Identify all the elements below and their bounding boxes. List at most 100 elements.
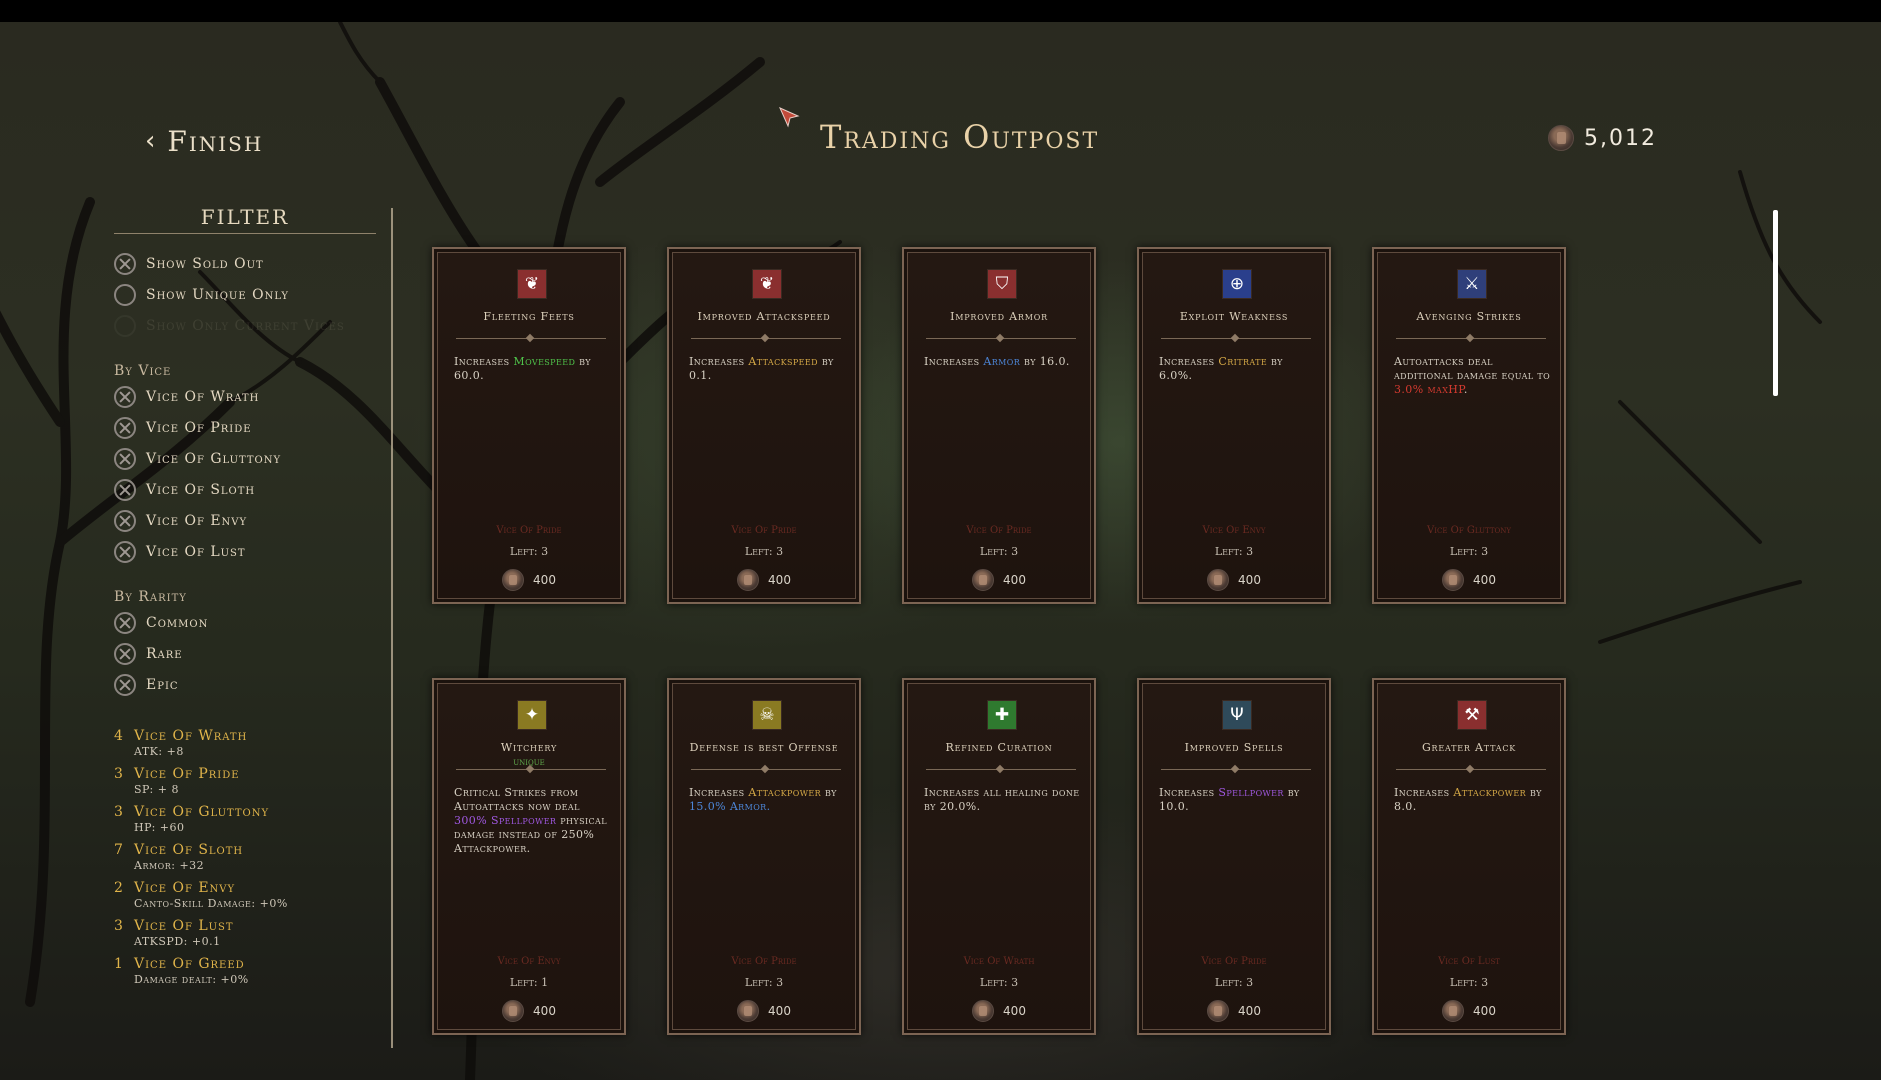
desc-text: Increases (689, 786, 749, 799)
desc-highlight: 300% Spellpower (454, 814, 557, 827)
currency-icon (502, 569, 525, 591)
shop-card[interactable]: ✚ Refined Curation Increases all healing d… (902, 678, 1096, 1035)
desc-text: Autoattacks deal additional damage equal… (1394, 355, 1551, 382)
shop-card[interactable]: ❦ Fleeting Feets Increases Movespeed by 60… (432, 247, 626, 604)
option-label: Vice Of Envy (146, 512, 248, 529)
card-description: Increases Spellpower by 10.0. (1159, 786, 1317, 814)
card-price: 400 (434, 1000, 624, 1022)
vice-bonus-item: 3 Vice Of Lust ATKSPD: +0.1 (114, 918, 376, 948)
vice-filter-envy[interactable]: Vice Of Envy (114, 505, 376, 536)
desc-highlight: Attackpower (1453, 786, 1527, 799)
ornament-divider (456, 338, 606, 343)
scrollbar-thumb[interactable] (1773, 210, 1778, 396)
card-stock-left: Left: 3 (1214, 545, 1254, 558)
card-vice-label: Vice Of Lust (1438, 956, 1500, 967)
shop-card[interactable]: ⊕ Exploit Weakness Increases Critrate by 6… (1137, 247, 1331, 604)
show-sold-out-toggle[interactable]: Show Sold Out (114, 248, 376, 279)
option-label: Show Sold Out (146, 255, 264, 272)
desc-text: by (821, 786, 837, 799)
desc-highlight: Movespeed (513, 355, 576, 368)
filter-title: FILTER (114, 205, 376, 234)
bonus-stat: ATKSPD: +0.1 (134, 935, 221, 948)
card-name: Defense is best Offense (689, 741, 839, 754)
card-vice-label: Vice Of Envy (1202, 525, 1266, 536)
bonus-stat: SP: + 8 (134, 783, 179, 796)
desc-text: by 16.0. (1020, 355, 1070, 368)
shop-card[interactable]: Ψ Improved Spells Increases Spellpower by … (1137, 678, 1331, 1035)
perk-icon: ☠ (752, 700, 782, 730)
vice-filter-sloth[interactable]: Vice Of Sloth (114, 474, 376, 505)
perk-icon: ❦ (752, 269, 782, 299)
currency-icon (1548, 125, 1574, 151)
price-value: 400 (1473, 1004, 1496, 1018)
bonus-name: Vice Of Greed (134, 956, 245, 972)
shop-card[interactable]: ✦ Witchery unique Critical Strikes from Aut… (432, 678, 626, 1035)
currency-icon (737, 1000, 760, 1022)
card-price: 400 (434, 569, 624, 591)
ornament-divider (926, 338, 1076, 343)
desc-text: Increases (1159, 786, 1219, 799)
vice-filter-gluttony[interactable]: Vice Of Gluttony (114, 443, 376, 474)
currency-icon (1442, 569, 1465, 591)
bonus-count: 2 (114, 880, 123, 896)
bonus-count: 3 (114, 766, 123, 782)
card-vice-label: Vice Of Pride (731, 525, 797, 536)
shop-card[interactable]: ⛉ Improved Armor Increases Armor by 16.0. V… (902, 247, 1096, 604)
card-stock-left: Left: 3 (979, 976, 1019, 989)
checkbox-empty-icon (114, 314, 136, 337)
ornament-divider (1396, 338, 1546, 343)
checkbox-checked-icon (114, 416, 136, 439)
checkbox-checked-icon (114, 540, 136, 563)
shop-card[interactable]: ⚔ Avenging Strikes Autoattacks deal additi… (1372, 247, 1566, 604)
perk-icon: ⚔ (1457, 269, 1487, 299)
card-stock-left: Left: 3 (1449, 976, 1489, 989)
card-description: Increases Attackpower by 8.0. (1394, 786, 1552, 814)
bonus-count: 7 (114, 842, 123, 858)
vice-filter-wrath[interactable]: Vice Of Wrath (114, 381, 376, 412)
vice-bonus-item: 3 Vice Of Gluttony HP: +60 (114, 804, 376, 834)
shop-card[interactable]: ☠ Defense is best Offense Increases Attack… (667, 678, 861, 1035)
desc-text: Critical Strikes from Autoattacks now de… (454, 786, 580, 813)
bonus-name: Vice Of Pride (134, 766, 240, 782)
card-price: 400 (904, 1000, 1094, 1022)
show-current-vices-toggle[interactable]: Show Only Current Vices (114, 310, 376, 341)
shop-card[interactable]: ⚒ Greater Attack Increases Attackpower by … (1372, 678, 1566, 1035)
card-name: Avenging Strikes (1416, 310, 1522, 323)
desc-text: . (1463, 383, 1468, 396)
checkbox-checked-icon (114, 611, 136, 634)
vice-filter-pride[interactable]: Vice Of Pride (114, 412, 376, 443)
bonus-name: Vice Of Envy (134, 880, 236, 896)
card-stock-left: Left: 3 (1214, 976, 1254, 989)
card-vice-label: Vice Of Envy (497, 956, 561, 967)
ornament-divider (691, 338, 841, 343)
card-stock-left: Left: 3 (1449, 545, 1489, 558)
page-title: Trading Outpost (820, 118, 1100, 156)
option-label: Common (146, 614, 209, 631)
price-value: 400 (1473, 573, 1496, 587)
card-stock-left: Left: 3 (979, 545, 1019, 558)
bonus-count: 1 (114, 956, 123, 972)
ornament-divider (456, 769, 606, 774)
rarity-filter-epic[interactable]: Epic (114, 669, 376, 700)
vice-filter-lust[interactable]: Vice Of Lust (114, 536, 376, 567)
card-price: 400 (669, 569, 859, 591)
card-price: 400 (904, 569, 1094, 591)
card-name: Improved Armor (950, 310, 1048, 323)
show-unique-only-toggle[interactable]: Show Unique Only (114, 279, 376, 310)
card-vice-label: Vice Of Pride (731, 956, 797, 967)
card-stock-left: Left: 1 (509, 976, 549, 989)
finish-button[interactable]: ‹ Finish (145, 124, 263, 158)
shop-card[interactable]: ❦ Improved Attackspeed Increases Attackspe… (667, 247, 861, 604)
rarity-filter-rare[interactable]: Rare (114, 638, 376, 669)
card-price: 400 (1374, 569, 1564, 591)
card-name: Improved Spells (1184, 741, 1284, 754)
by-rarity-heading: By Rarity (114, 589, 187, 605)
bonus-stat: Damage dealt: +0% (134, 973, 249, 986)
desc-text: Increases all healing done by 20.0%. (924, 786, 1080, 813)
sidebar-divider (391, 208, 393, 1048)
rarity-filter-common[interactable]: Common (114, 607, 376, 638)
bonus-name: Vice Of Wrath (134, 728, 248, 744)
option-label: Vice Of Lust (146, 543, 246, 560)
price-value: 400 (1003, 573, 1026, 587)
checkbox-checked-icon (114, 252, 136, 275)
